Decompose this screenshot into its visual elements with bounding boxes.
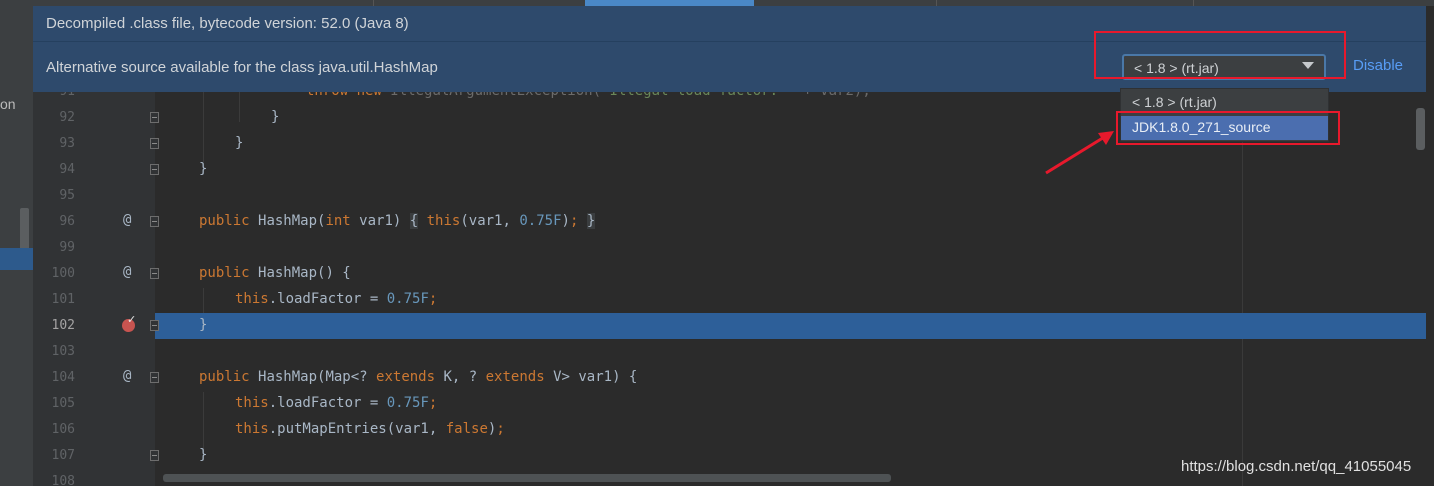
line-code: } bbox=[199, 317, 208, 333]
code-editor[interactable]: 91 throw new IllegalArgumentException("I… bbox=[33, 92, 1426, 486]
line-number: 106 bbox=[51, 422, 75, 437]
line-code: } bbox=[199, 447, 208, 463]
fold-icon[interactable] bbox=[150, 112, 159, 123]
line-number: 104 bbox=[51, 370, 75, 385]
code-line[interactable]: 106 this.putMapEntries(var1, false); bbox=[33, 417, 1426, 443]
project-panel-strip: on bbox=[0, 0, 33, 486]
line-number: 96 bbox=[59, 214, 75, 229]
code-line[interactable]: 95 bbox=[33, 183, 1426, 209]
line-number: 108 bbox=[51, 474, 75, 486]
fold-icon[interactable] bbox=[150, 138, 159, 149]
line-code: public HashMap(int var1) { this(var1, 0.… bbox=[199, 213, 596, 229]
breakpoint-icon[interactable] bbox=[122, 313, 136, 332]
code-line[interactable]: 96 @ public HashMap(int var1) { this(var… bbox=[33, 209, 1426, 235]
disable-link[interactable]: Disable bbox=[1353, 57, 1403, 74]
override-icon[interactable]: @ bbox=[123, 264, 131, 280]
vertical-scrollbar-track[interactable] bbox=[1426, 92, 1434, 486]
line-code: public HashMap() { bbox=[199, 265, 351, 281]
code-line[interactable]: 99 bbox=[33, 235, 1426, 261]
horizontal-scrollbar[interactable] bbox=[163, 474, 891, 482]
line-code: throw new IllegalArgumentException("Ille… bbox=[306, 92, 871, 99]
code-line[interactable]: 100 @ public HashMap() { bbox=[33, 261, 1426, 287]
line-number: 105 bbox=[51, 396, 75, 411]
alternative-source-text: Alternative source available for the cla… bbox=[46, 59, 438, 76]
annotation-box-combo bbox=[1094, 31, 1346, 79]
line-code: this.putMapEntries(var1, false); bbox=[235, 421, 505, 437]
fold-icon[interactable] bbox=[150, 320, 159, 331]
line-number: 99 bbox=[59, 240, 75, 255]
override-icon[interactable]: @ bbox=[123, 212, 131, 228]
decompiled-banner-text: Decompiled .class file, bytecode version… bbox=[46, 15, 409, 32]
code-line[interactable]: 104 @ public HashMap(Map<? extends K, ? … bbox=[33, 365, 1426, 391]
fold-icon[interactable] bbox=[150, 450, 159, 461]
line-number: 100 bbox=[51, 266, 75, 281]
code-line[interactable]: 101 this.loadFactor = 0.75F; bbox=[33, 287, 1426, 313]
watermark-text: https://blog.csdn.net/qq_41055045 bbox=[1181, 458, 1412, 475]
code-line[interactable]: 94 } bbox=[33, 157, 1426, 183]
line-number: 93 bbox=[59, 136, 75, 151]
project-panel-selected-row[interactable] bbox=[0, 248, 33, 270]
code-line-current[interactable]: 102 } bbox=[33, 313, 1426, 339]
line-code: this.loadFactor = 0.75F; bbox=[235, 291, 438, 307]
line-number: 94 bbox=[59, 162, 75, 177]
project-panel-label-fragment: on bbox=[0, 96, 16, 112]
line-code: } bbox=[235, 135, 244, 151]
line-number: 101 bbox=[51, 292, 75, 307]
line-code: public HashMap(Map<? extends K, ? extend… bbox=[199, 369, 638, 385]
annotation-box-option bbox=[1116, 111, 1340, 145]
vertical-scrollbar-thumb[interactable] bbox=[1416, 108, 1425, 150]
code-line[interactable]: 103 bbox=[33, 339, 1426, 365]
line-number: 107 bbox=[51, 448, 75, 463]
line-number: 95 bbox=[59, 188, 75, 203]
line-code: } bbox=[271, 109, 280, 125]
fold-icon[interactable] bbox=[150, 216, 159, 227]
fold-icon[interactable] bbox=[150, 372, 159, 383]
line-code: } bbox=[199, 161, 208, 177]
line-number: 91 bbox=[33, 92, 75, 99]
fold-icon[interactable] bbox=[150, 268, 159, 279]
line-number: 102 bbox=[51, 318, 75, 333]
override-icon[interactable]: @ bbox=[123, 368, 131, 384]
line-number: 92 bbox=[59, 110, 75, 125]
code-line[interactable]: 105 this.loadFactor = 0.75F; bbox=[33, 391, 1426, 417]
annotation-arrow-icon bbox=[1045, 131, 1114, 175]
line-number: 103 bbox=[51, 344, 75, 359]
fold-icon[interactable] bbox=[150, 164, 159, 175]
line-code: this.loadFactor = 0.75F; bbox=[235, 395, 438, 411]
